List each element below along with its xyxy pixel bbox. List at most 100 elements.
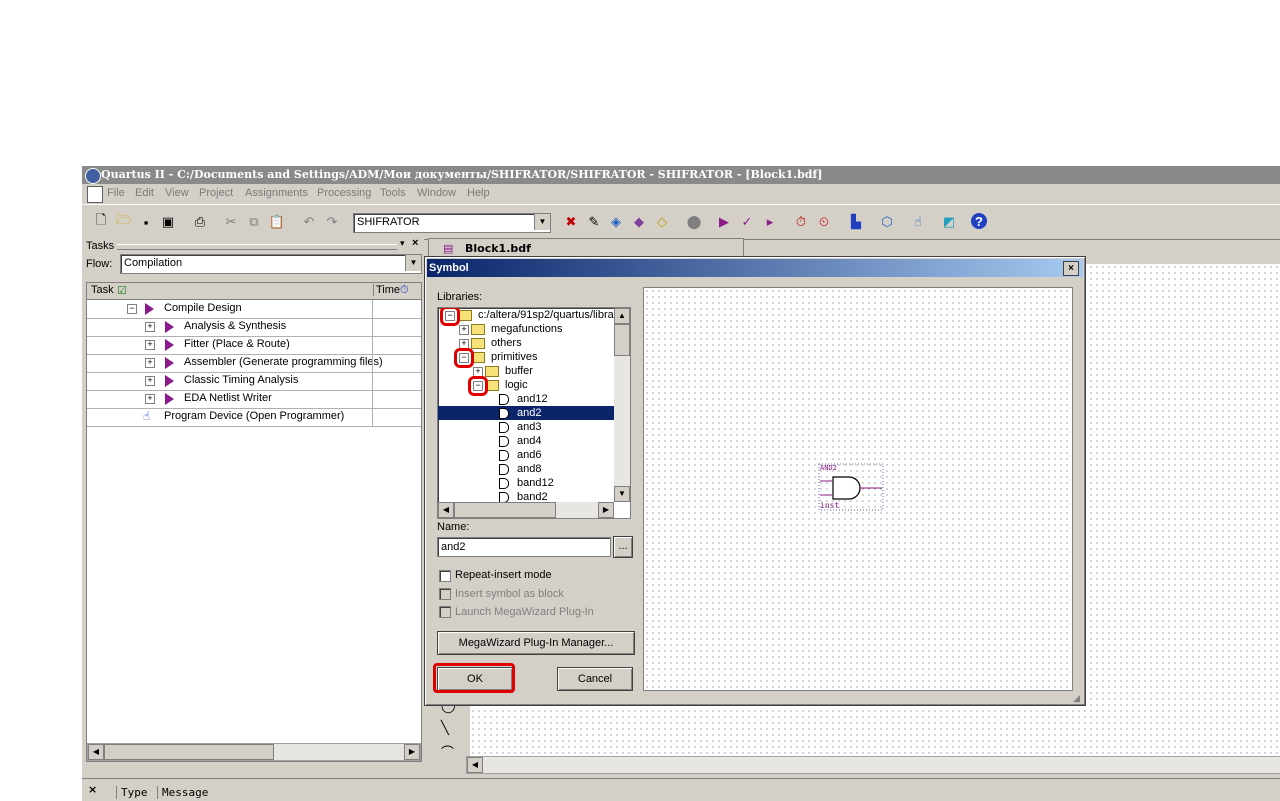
tree-node-and4[interactable]: and4: [438, 434, 614, 448]
run-task-icon[interactable]: [165, 339, 174, 351]
menu-help[interactable]: Help: [467, 187, 490, 199]
chevron-down-icon[interactable]: ▼: [405, 255, 421, 271]
save-icon[interactable]: ▪: [137, 213, 155, 231]
tasks-horizontal-scrollbar[interactable]: ◀ ▶: [87, 743, 421, 761]
tree-vertical-scrollbar[interactable]: ▲ ▼: [614, 308, 630, 502]
panel-menu-icon[interactable]: ▾: [400, 238, 405, 249]
line-tool-icon[interactable]: ╲: [441, 720, 449, 736]
settings-icon[interactable]: ◇: [653, 213, 671, 231]
scroll-thumb[interactable]: [614, 324, 630, 356]
undo-icon[interactable]: ↶: [300, 213, 318, 231]
scroll-thumb[interactable]: [104, 744, 274, 760]
tree-horizontal-scrollbar[interactable]: ◀ ▶: [438, 502, 614, 518]
menu-edit[interactable]: Edit: [135, 187, 154, 199]
signaltap-icon[interactable]: ◩: [940, 213, 958, 231]
pin-planner-icon[interactable]: ◆: [630, 213, 648, 231]
tab-block1-bdf[interactable]: ▤ Block1.bdf: [428, 238, 744, 257]
run-task-icon[interactable]: [145, 303, 154, 315]
start-compilation-icon[interactable]: ▶: [715, 213, 733, 231]
chevron-down-icon[interactable]: ▼: [534, 214, 550, 230]
timing-analyzer-icon[interactable]: ⏱: [792, 213, 810, 231]
menu-view[interactable]: View: [165, 187, 189, 199]
document-menu-icon[interactable]: [87, 186, 103, 203]
tree-node-megafunctions[interactable]: + megafunctions: [438, 322, 614, 336]
tree-node-and3[interactable]: and3: [438, 420, 614, 434]
task-row-classic-timing[interactable]: + Classic Timing Analysis: [87, 372, 421, 391]
start-analysis-icon[interactable]: ✓: [738, 213, 756, 231]
run-task-icon[interactable]: [165, 357, 174, 369]
tree-node-and12[interactable]: and12: [438, 392, 614, 406]
expand-icon[interactable]: +: [145, 340, 155, 350]
scroll-left-icon[interactable]: ◀: [467, 757, 483, 773]
scroll-left-icon[interactable]: ◀: [438, 502, 454, 518]
tree-node-and2-selected[interactable]: and2: [438, 406, 614, 420]
megawizard-manager-button[interactable]: MegaWizard Plug-In Manager...: [437, 631, 635, 655]
scroll-right-icon[interactable]: ▶: [404, 744, 420, 760]
menu-project[interactable]: Project: [199, 187, 233, 199]
copy-icon[interactable]: ⧉: [245, 213, 263, 231]
task-row-analysis-synthesis[interactable]: + Analysis & Synthesis: [87, 318, 421, 337]
task-row-compile-design[interactable]: − Compile Design: [87, 300, 421, 319]
help-icon[interactable]: ?: [971, 213, 987, 229]
task-row-program-device[interactable]: ☝ Program Device (Open Programmer): [87, 408, 421, 427]
column-header-time[interactable]: Time: [373, 284, 400, 296]
collapse-icon[interactable]: −: [127, 304, 137, 314]
expand-icon[interactable]: +: [145, 358, 155, 368]
column-header-type[interactable]: Type: [116, 786, 148, 799]
libraries-tree[interactable]: − c:/altera/91sp2/quartus/libra + megafu…: [437, 307, 631, 519]
timequest-icon[interactable]: ⏲: [815, 213, 833, 231]
menu-tools[interactable]: Tools: [380, 187, 406, 199]
expand-icon[interactable]: +: [145, 322, 155, 332]
run-task-icon[interactable]: [165, 393, 174, 405]
scroll-left-icon[interactable]: ◀: [88, 744, 104, 760]
tree-node-and8[interactable]: and8: [438, 462, 614, 476]
flow-combo[interactable]: Compilation ▼: [120, 254, 422, 274]
stop-icon[interactable]: ⬤: [685, 213, 703, 231]
pencil-icon[interactable]: ✎: [585, 213, 603, 231]
paste-icon[interactable]: 📋: [268, 213, 286, 231]
menu-processing[interactable]: Processing: [317, 187, 371, 199]
panel-grip[interactable]: [117, 244, 397, 250]
assignment-editor-icon[interactable]: ◈: [607, 213, 625, 231]
scroll-thumb[interactable]: [454, 502, 556, 518]
menu-assignments[interactable]: Assignments: [245, 187, 308, 199]
menu-window[interactable]: Window: [417, 187, 456, 199]
chip-planner-icon[interactable]: ⬡: [878, 213, 896, 231]
run-task-icon[interactable]: [165, 321, 174, 333]
rtl-viewer-icon[interactable]: ▙: [847, 213, 865, 231]
open-folder-icon[interactable]: 🗁: [115, 212, 133, 231]
cut-icon[interactable]: ✂: [222, 213, 240, 231]
redo-icon[interactable]: ↷: [323, 213, 341, 231]
scroll-up-icon[interactable]: ▲: [614, 308, 630, 324]
resize-grip-icon[interactable]: ◢: [1073, 693, 1083, 703]
tree-node-band12[interactable]: band12: [438, 476, 614, 490]
project-combo[interactable]: SHIFRATOR ▼: [353, 213, 551, 233]
new-file-icon[interactable]: 🗋: [92, 212, 110, 231]
column-header-task[interactable]: Task: [91, 284, 114, 296]
menu-file[interactable]: File: [107, 187, 125, 199]
start-timing-icon[interactable]: ▸: [761, 213, 779, 231]
close-icon[interactable]: ×: [412, 237, 418, 249]
expand-icon[interactable]: +: [145, 376, 155, 386]
expand-icon[interactable]: +: [459, 325, 469, 335]
save-all-icon[interactable]: ▣: [159, 213, 177, 231]
tree-node-and6[interactable]: and6: [438, 448, 614, 462]
browse-button[interactable]: ...: [613, 536, 633, 558]
task-row-fitter[interactable]: + Fitter (Place & Route): [87, 336, 421, 355]
canvas-horizontal-scrollbar[interactable]: ◀: [466, 756, 1280, 774]
task-row-assembler[interactable]: + Assembler (Generate programming files): [87, 354, 421, 373]
close-icon[interactable]: ×: [1063, 261, 1079, 276]
close-icon[interactable]: ×: [88, 783, 97, 796]
arc-tool-icon[interactable]: ⌒: [441, 742, 454, 761]
scroll-right-icon[interactable]: ▶: [598, 502, 614, 518]
scroll-down-icon[interactable]: ▼: [614, 486, 630, 502]
name-field[interactable]: and2: [437, 537, 611, 557]
column-header-message[interactable]: Message: [157, 786, 208, 799]
repeat-insert-checkbox[interactable]: [439, 570, 451, 582]
compiler-tool-icon[interactable]: ✖: [562, 213, 580, 231]
run-task-icon[interactable]: [165, 375, 174, 387]
tree-node-root-library[interactable]: − c:/altera/91sp2/quartus/libra: [438, 308, 614, 322]
print-icon[interactable]: ⎙: [191, 213, 209, 231]
expand-icon[interactable]: +: [145, 394, 155, 404]
cancel-button[interactable]: Cancel: [557, 667, 633, 691]
